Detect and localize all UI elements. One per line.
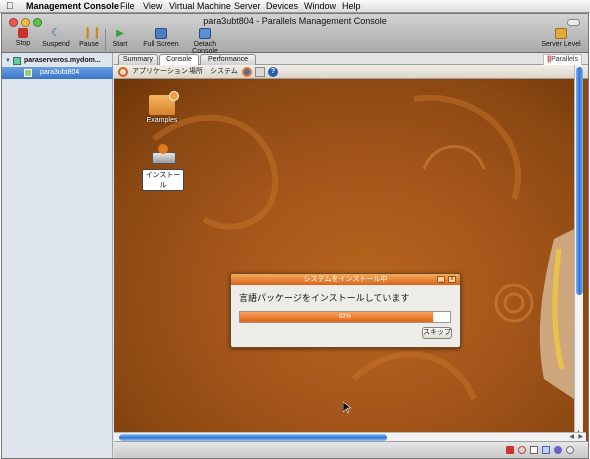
start-button[interactable]: ▶ Start xyxy=(108,28,132,52)
vertical-scroll-thumb[interactable] xyxy=(576,67,583,295)
full-screen-button[interactable]: Full Screen xyxy=(142,28,180,52)
network-icon[interactable] xyxy=(542,446,550,454)
detach-console-icon xyxy=(199,28,211,39)
detach-console-button[interactable]: Detach Console xyxy=(182,28,228,55)
guest-desktop: Examples インストール xyxy=(114,79,574,435)
dialog-titlebar: システムをインストール中 xyxy=(231,274,460,285)
skip-button[interactable]: スキップ xyxy=(422,327,452,339)
window-title: para3ubt804 - Parallels Management Conso… xyxy=(203,16,387,26)
tab-summary[interactable]: Summary xyxy=(118,54,158,65)
tab-performance[interactable]: Performance xyxy=(200,54,256,65)
tab-bar: Summary Console Performance ||Parallels xyxy=(114,53,588,66)
horizontal-scroll-thumb[interactable] xyxy=(119,434,387,441)
usb-icon[interactable] xyxy=(506,446,514,454)
shared-folder-icon[interactable] xyxy=(566,446,574,454)
menu-app-name[interactable]: Management Console xyxy=(26,0,119,13)
moon-icon: ☾ xyxy=(51,27,61,39)
desktop-wallpaper xyxy=(152,94,574,401)
status-bar xyxy=(114,441,588,458)
disclosure-triangle-icon[interactable]: ▼ xyxy=(5,55,11,67)
stop-icon xyxy=(18,28,28,38)
dialog-message: 言語パッケージをインストールしています xyxy=(239,293,410,303)
sidebar-item-vm[interactable]: para3ubt804 xyxy=(2,67,113,79)
guest-menu-places[interactable]: 場所 xyxy=(189,65,203,79)
firefox-icon[interactable] xyxy=(242,67,252,77)
dialog-title: システムをインストール中 xyxy=(303,276,388,283)
vm-running-icon xyxy=(24,69,32,77)
mouse-cursor-icon xyxy=(343,402,351,414)
install-progress-bar: 92% xyxy=(239,311,451,323)
ubuntu-logo-icon[interactable] xyxy=(118,67,128,77)
install-dialog: システムをインストール中 _ x 言語パッケージをインストールしています 92%… xyxy=(230,273,461,348)
toolbar-toggle-button[interactable] xyxy=(567,19,580,26)
server-folder-icon xyxy=(555,28,567,39)
menu-virtual-machine[interactable]: Virtual Machine xyxy=(169,0,231,13)
play-icon: ▶ xyxy=(116,28,124,39)
scroll-right-arrow-icon[interactable]: ▶ xyxy=(578,433,583,440)
pause-icon: ❙❙ xyxy=(83,27,102,39)
stop-button[interactable]: Stop xyxy=(10,28,36,52)
vm-console[interactable]: アプリケーション 場所 システム ? Examples インストール システムを… xyxy=(114,65,588,452)
apple-icon[interactable]:  xyxy=(6,0,14,13)
menu-window[interactable]: Window xyxy=(304,0,336,13)
toolbar: para3ubt804 - Parallels Management Conso… xyxy=(2,14,588,55)
menu-devices[interactable]: Devices xyxy=(266,0,298,13)
main-window: para3ubt804 - Parallels Management Conso… xyxy=(1,13,589,459)
help-icon[interactable]: ? xyxy=(268,67,278,77)
sidebar: ▼ paraserveros.mydom... para3ubt804 xyxy=(2,53,113,458)
vertical-scrollbar[interactable]: ▲ ▼ xyxy=(574,65,583,445)
full-screen-icon xyxy=(155,28,167,39)
mail-icon[interactable] xyxy=(255,67,265,77)
guest-top-panel: アプリケーション 場所 システム ? xyxy=(114,65,588,79)
guest-menu-applications[interactable]: アプリケーション xyxy=(132,65,188,79)
install-label: インストール xyxy=(142,169,184,191)
menubar:  Management Console File View Virtual M… xyxy=(0,0,590,13)
menu-help[interactable]: Help xyxy=(342,0,361,13)
installer-icon[interactable] xyxy=(150,144,178,166)
toolbar-divider xyxy=(105,29,106,51)
server-icon xyxy=(13,57,21,65)
guest-menu-system[interactable]: システム xyxy=(210,65,238,79)
menu-view[interactable]: View xyxy=(143,0,162,13)
sidebar-item-server[interactable]: ▼ paraserveros.mydom... xyxy=(2,55,113,67)
examples-label: Examples xyxy=(146,117,178,124)
disk-icon[interactable] xyxy=(530,446,538,454)
horizontal-scrollbar[interactable]: ◀ ▶ xyxy=(114,432,586,441)
pause-button[interactable]: ❙❙ Pause xyxy=(76,28,102,52)
menu-file[interactable]: File xyxy=(120,0,135,13)
cd-icon[interactable] xyxy=(518,446,526,454)
examples-folder-icon[interactable] xyxy=(149,91,179,115)
suspend-button[interactable]: ☾ Suspend xyxy=(41,28,71,52)
scroll-left-arrow-icon[interactable]: ◀ xyxy=(569,433,574,440)
server-level-button[interactable]: Server Level xyxy=(540,28,582,52)
progress-label: 92% xyxy=(338,314,351,320)
sound-icon[interactable] xyxy=(554,446,562,454)
menu-server[interactable]: Server xyxy=(234,0,261,13)
dialog-close-icon[interactable]: x xyxy=(448,276,456,283)
dialog-minimize-icon[interactable]: _ xyxy=(437,276,445,283)
